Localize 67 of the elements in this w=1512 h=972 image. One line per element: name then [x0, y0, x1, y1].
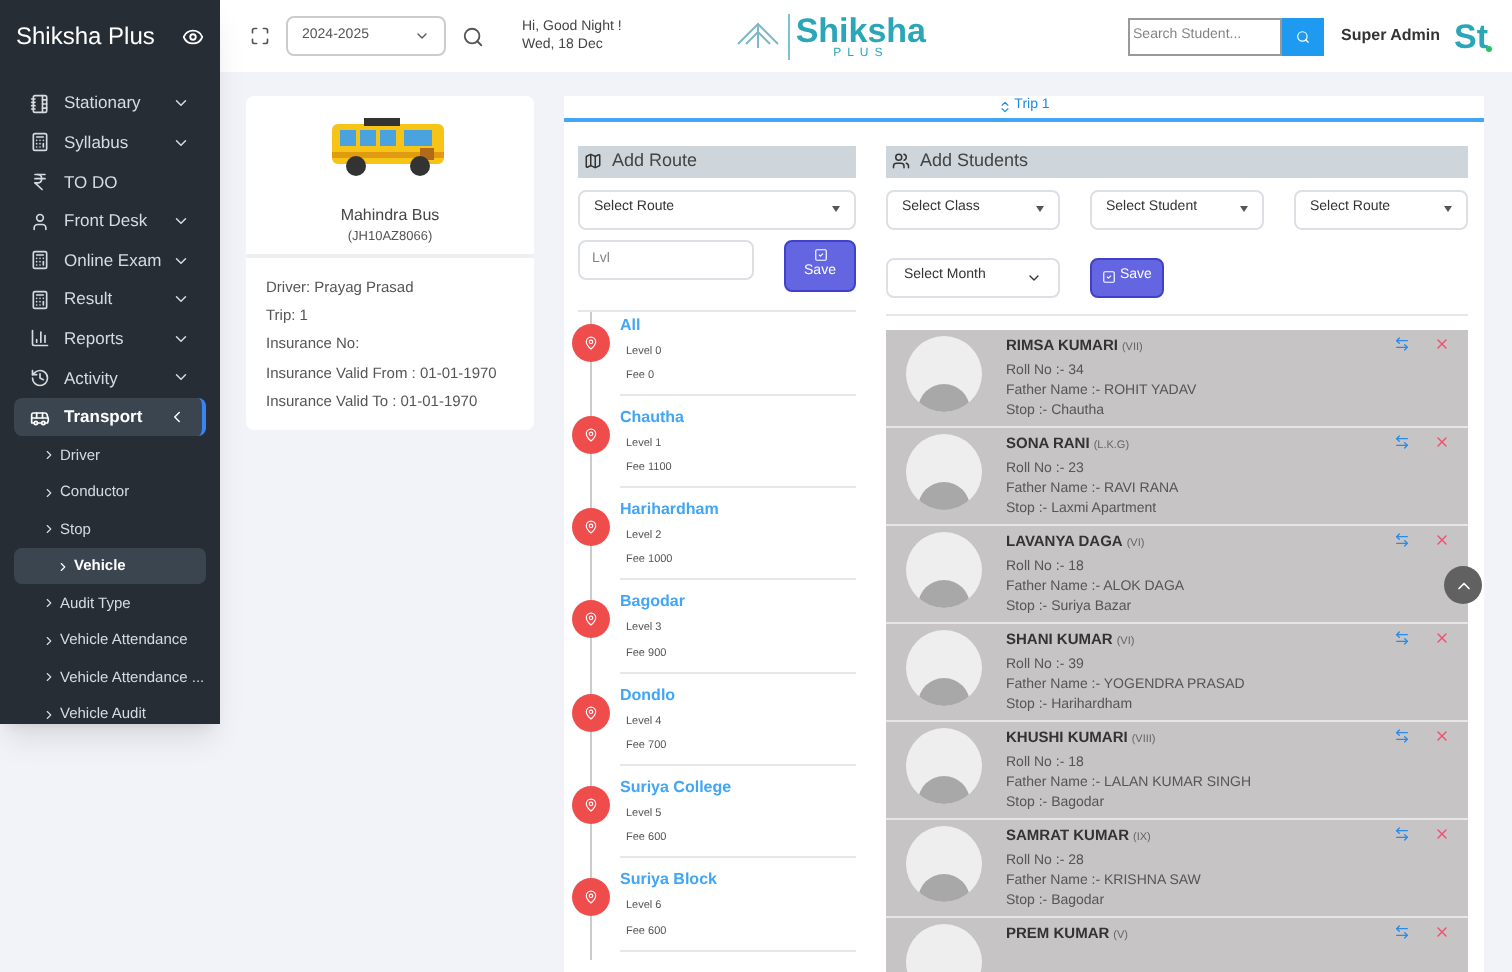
caret-icon [414, 28, 430, 44]
map-pin-icon [584, 890, 598, 905]
caret-icon [1036, 206, 1044, 212]
sort-icon [998, 99, 1013, 114]
eye-icon[interactable] [182, 25, 204, 47]
section-header: Add Route [578, 145, 856, 177]
chevron-icon [42, 596, 56, 611]
delete-icon[interactable] [1434, 923, 1450, 939]
chevron-icon [42, 670, 56, 685]
transfer-icon[interactable] [1394, 433, 1410, 449]
caret-icon [1240, 206, 1248, 212]
fullscreen-icon[interactable] [250, 26, 270, 46]
chevron-icon [56, 559, 70, 574]
chevron-icon [42, 485, 56, 500]
search-button[interactable] [1281, 17, 1324, 55]
avatar-placeholder [906, 433, 982, 509]
map-pin-icon [584, 520, 598, 535]
map-icon [584, 152, 602, 170]
section-header: Add Students [886, 145, 1468, 177]
sidebar-item[interactable]: Reports [14, 319, 206, 359]
chevron-icon [42, 448, 56, 463]
map-pin-icon [584, 705, 598, 720]
delete-icon[interactable] [1434, 531, 1450, 547]
transfer-icon[interactable] [1394, 629, 1410, 645]
sidebar-item[interactable]: Transport [14, 397, 206, 437]
map-pin-icon [584, 427, 598, 442]
sidebar-item[interactable]: TO DO [14, 162, 206, 202]
chevron-icon [42, 522, 56, 537]
logo-text: Shiksha [795, 13, 927, 47]
transfer-icon[interactable] [1394, 335, 1410, 351]
logo-icon [735, 20, 780, 52]
vehicle-name: Mahindra Bus [340, 204, 440, 228]
chevron-icon [168, 408, 186, 427]
check-icon [1102, 270, 1116, 284]
map-pin-icon [584, 612, 598, 627]
avatar-placeholder [906, 825, 982, 901]
delete-icon[interactable] [1434, 433, 1450, 449]
avatar-placeholder [906, 629, 982, 705]
avatar-placeholder [906, 531, 982, 607]
brand-title: Shiksha Plus [16, 20, 155, 54]
delete-icon[interactable] [1434, 629, 1450, 645]
map-pin-icon [584, 335, 598, 349]
delete-icon[interactable] [1434, 335, 1450, 351]
transfer-icon[interactable] [1394, 531, 1410, 547]
user-name: Super Admin [1341, 24, 1440, 48]
transfer-icon[interactable] [1394, 727, 1410, 743]
sidebar-item[interactable]: Result [14, 279, 206, 320]
chevron-icon [42, 633, 56, 648]
sidebar-item[interactable]: Activity [14, 358, 206, 398]
delete-icon[interactable] [1434, 825, 1450, 841]
transfer-icon[interactable] [1394, 825, 1410, 841]
transfer-icon[interactable] [1394, 923, 1410, 939]
sidebar-item[interactable]: Stationary [14, 84, 206, 124]
sidebar-item[interactable]: Syllabus [14, 123, 206, 163]
avatar-placeholder [906, 335, 982, 411]
avatar-placeholder [906, 727, 982, 803]
check-icon [813, 247, 827, 262]
search-icon [1295, 29, 1310, 43]
map-pin-icon [584, 797, 598, 812]
chevron-icon [42, 707, 56, 722]
sidebar-item[interactable]: Online Exam [14, 240, 206, 280]
users-icon [892, 152, 910, 170]
caret-icon [832, 206, 840, 212]
delete-icon[interactable] [1434, 727, 1450, 743]
caret-icon [1444, 206, 1452, 212]
search-icon[interactable] [462, 25, 484, 47]
sidebar-item[interactable]: Front Desk [14, 201, 206, 241]
